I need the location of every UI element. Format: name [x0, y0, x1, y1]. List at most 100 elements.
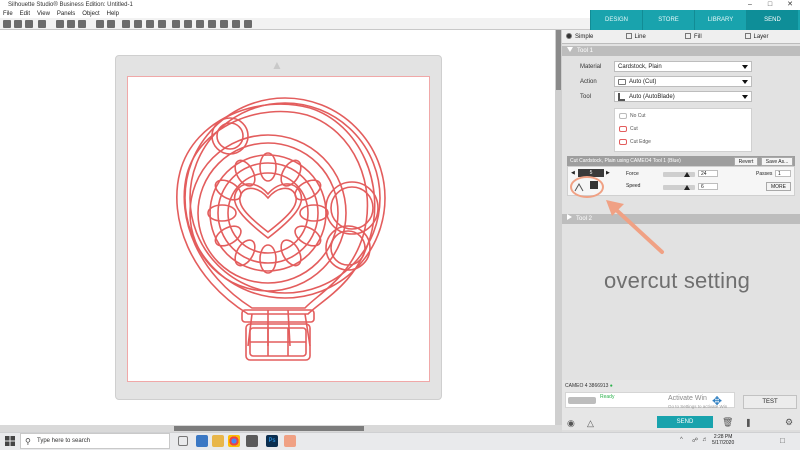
close-icon[interactable]: ✕: [780, 0, 800, 10]
test-button[interactable]: TEST: [743, 395, 797, 409]
mode-simple[interactable]: Simple: [562, 30, 622, 43]
hand-icon[interactable]: [232, 20, 240, 28]
tray-chevron-icon[interactable]: ^: [680, 437, 683, 443]
windows-start-icon[interactable]: [4, 435, 16, 447]
zoom-in-icon[interactable]: [172, 20, 180, 28]
decrease-icon[interactable]: ◀: [571, 170, 575, 176]
cutter-icon[interactable]: △: [587, 418, 594, 429]
print-icon[interactable]: [38, 20, 46, 28]
trace-icon[interactable]: [146, 20, 154, 28]
undo-icon[interactable]: [96, 20, 104, 28]
passes-field[interactable]: 1: [775, 170, 791, 177]
collapse-icon: [567, 214, 572, 220]
speed-field[interactable]: 6: [698, 183, 718, 190]
camera-icon[interactable]: ◉: [567, 418, 575, 429]
mode-line[interactable]: Line: [622, 30, 682, 43]
photoshop-icon[interactable]: Ps: [266, 435, 278, 447]
passes-label: Passes: [756, 171, 773, 177]
cut-style-cut[interactable]: Cut: [619, 126, 638, 132]
new-icon[interactable]: [3, 20, 11, 28]
search-icon: ⚲: [25, 437, 31, 446]
cut-style-list: No Cut Cut Cut Edge: [614, 108, 752, 152]
more-button[interactable]: MORE: [766, 182, 791, 191]
open-icon[interactable]: [14, 20, 22, 28]
notifications-icon[interactable]: □: [780, 436, 785, 445]
edit-points-icon[interactable]: [134, 20, 142, 28]
revert-button[interactable]: Revert: [734, 157, 758, 166]
zoom-box-icon[interactable]: [196, 20, 204, 28]
material-value: Cardstock, Plain: [618, 64, 662, 70]
material-select[interactable]: Cardstock, Plain: [614, 61, 752, 72]
fit-icon[interactable]: [244, 20, 252, 28]
save-as-button[interactable]: Save As...: [761, 157, 793, 166]
tab-library[interactable]: LIBRARY: [694, 10, 746, 30]
menu-object[interactable]: Object: [82, 10, 99, 18]
force-field[interactable]: 24: [698, 170, 718, 177]
horizontal-scroll-thumb[interactable]: [174, 426, 364, 431]
search-placeholder: Type here to search: [37, 438, 91, 444]
cut-style-no-cut[interactable]: No Cut: [619, 113, 646, 119]
increase-icon[interactable]: ▶: [606, 170, 610, 176]
balloon-design[interactable]: [150, 88, 400, 370]
send-button[interactable]: SEND: [657, 416, 713, 428]
trash-icon[interactable]: 🗑: [722, 417, 733, 428]
gear-icon[interactable]: ⚙: [785, 417, 793, 428]
device-status: Ready: [600, 394, 615, 400]
tool1-title: Tool 1: [577, 48, 594, 54]
speed-value: 6: [701, 184, 704, 190]
vertical-scroll-thumb[interactable]: [556, 30, 561, 90]
menu-file[interactable]: File: [3, 10, 13, 18]
tab-store[interactable]: STORE: [642, 10, 694, 30]
app-icon[interactable]: [284, 435, 296, 447]
tab-design[interactable]: DESIGN: [590, 10, 642, 30]
network-icon[interactable]: ☍: [692, 437, 698, 444]
file-explorer-icon[interactable]: [212, 435, 224, 447]
speed-slider[interactable]: [663, 185, 695, 190]
menu-view[interactable]: View: [37, 10, 50, 18]
paste-icon[interactable]: [78, 20, 86, 28]
menu-edit[interactable]: Edit: [20, 10, 30, 18]
select-icon[interactable]: [122, 20, 130, 28]
tool1-header[interactable]: Tool 1: [562, 46, 800, 56]
pause-icon[interactable]: ❚: [745, 418, 752, 427]
system-clock[interactable]: 2:28 PM 5/17/2020: [712, 434, 734, 446]
menu-help[interactable]: Help: [107, 10, 119, 18]
line-icon: [625, 33, 632, 39]
maximize-icon[interactable]: □: [760, 0, 780, 10]
feed-up-icon[interactable]: ▲: [270, 59, 284, 71]
pan-down-icon[interactable]: [208, 20, 216, 28]
minimize-icon[interactable]: –: [740, 0, 760, 10]
tool2-header[interactable]: Tool 2: [562, 214, 800, 224]
delete-icon[interactable]: [158, 20, 166, 28]
cut-icon[interactable]: [56, 20, 64, 28]
menu-panels[interactable]: Panels: [57, 10, 75, 18]
speed-slider-handle[interactable]: [684, 185, 690, 190]
silhouette-icon[interactable]: [246, 435, 258, 447]
task-view-icon[interactable]: [178, 436, 188, 446]
tab-send[interactable]: SEND: [746, 10, 798, 30]
tool-select[interactable]: Auto (AutoBlade): [614, 91, 752, 102]
device-info: CAMEO 4 3866913 ●: [565, 383, 613, 389]
tab-library-label: LIBRARY: [707, 17, 734, 23]
action-select[interactable]: Auto (Cut): [614, 76, 752, 87]
petal-shape: [259, 244, 277, 274]
move-arrows-icon[interactable]: ✥: [712, 394, 722, 408]
mode-fill[interactable]: Fill: [681, 30, 741, 43]
edge-icon[interactable]: [196, 435, 208, 447]
force-slider-handle[interactable]: [684, 172, 690, 177]
zoom-out-icon[interactable]: [184, 20, 192, 28]
force-label: Force: [626, 171, 639, 177]
tool2-title: Tool 2: [576, 216, 593, 222]
mode-layer[interactable]: Layer: [741, 30, 800, 43]
fit-page-icon[interactable]: [220, 20, 228, 28]
volume-icon[interactable]: ♬: [702, 437, 708, 443]
passes-value: 1: [778, 171, 781, 177]
blade-value: 5: [589, 170, 593, 176]
save-icon[interactable]: [25, 20, 33, 28]
cut-style-cut-edge[interactable]: Cut Edge: [619, 139, 651, 145]
chrome-icon[interactable]: [228, 435, 240, 447]
redo-icon[interactable]: [107, 20, 115, 28]
force-slider[interactable]: [663, 172, 695, 177]
copy-icon[interactable]: [67, 20, 75, 28]
taskbar-search[interactable]: ⚲ Type here to search: [20, 433, 170, 449]
